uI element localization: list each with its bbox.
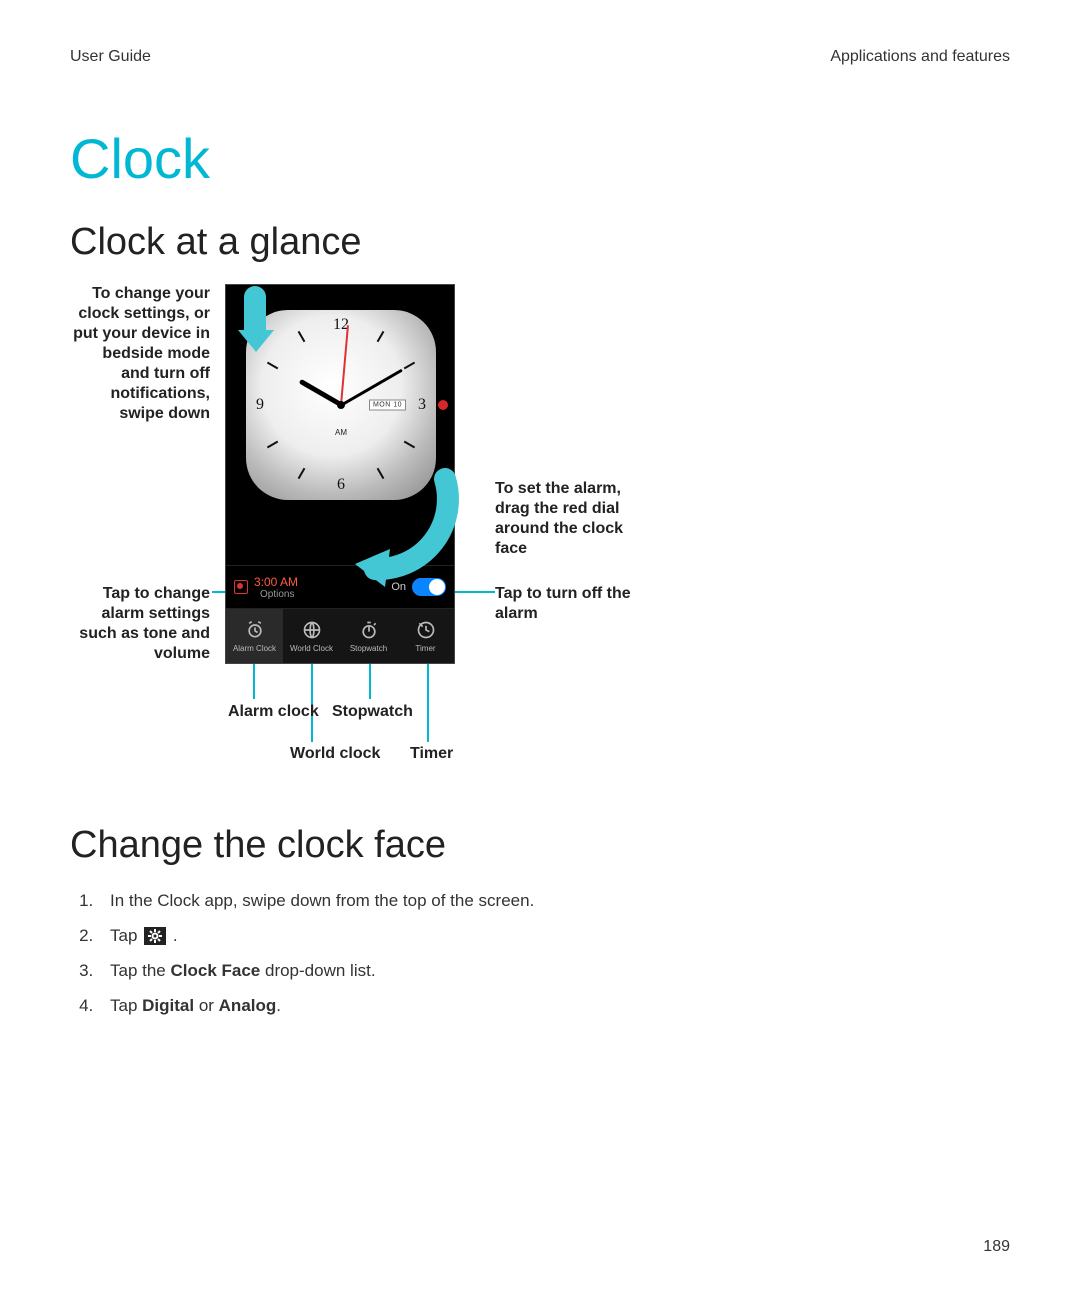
second-hand (340, 325, 348, 405)
clock-numeral-3: 3 (418, 396, 426, 414)
analog-clock-face: 12 3 6 9 MON 10 AM (246, 310, 436, 500)
clock-numeral-9: 9 (256, 396, 264, 414)
gear-icon (144, 927, 166, 945)
tab-label: Alarm Clock (233, 644, 276, 653)
connector-line (253, 664, 255, 699)
clock-diagram: To change your clock settings, or put yo… (70, 284, 1010, 794)
alarm-options-label: Options (260, 589, 298, 600)
hour-hand (298, 379, 342, 407)
connector-line (212, 591, 225, 593)
alarm-time: 3:00 AM (254, 575, 298, 589)
clock-ampm: AM (335, 428, 347, 437)
timer-icon (415, 619, 437, 641)
tab-label: Timer (415, 644, 435, 653)
step-2: Tap . (98, 922, 1010, 951)
alarm-icon (234, 580, 248, 594)
tab-label: World Clock (290, 644, 333, 653)
step-1: In the Clock app, swipe down from the to… (98, 887, 1010, 916)
callout-tab-stopwatch: Stopwatch (332, 702, 413, 721)
swipe-down-arrow-icon (238, 286, 272, 356)
globe-icon (301, 619, 323, 641)
clock-center (337, 401, 345, 409)
tab-world-clock[interactable]: World Clock (283, 609, 340, 663)
clock-numeral-6: 6 (337, 476, 345, 494)
step-3: Tap the Clock Face drop-down list. (98, 957, 1010, 986)
clock-date: MON 10 (369, 400, 406, 411)
callout-alarm-settings: Tap to change alarm settings such as ton… (70, 584, 210, 664)
alarm-clock-icon (244, 619, 266, 641)
callout-tab-world: World clock (290, 744, 380, 763)
callout-swipe-down: To change your clock settings, or put yo… (70, 284, 210, 424)
header-right: Applications and features (830, 48, 1010, 66)
alarm-row[interactable]: 3:00 AM Options On (226, 565, 454, 609)
alarm-toggle[interactable] (412, 578, 446, 596)
tab-label: Stopwatch (350, 644, 387, 653)
page-number: 189 (983, 1238, 1010, 1256)
page-title: Clock (70, 126, 1010, 191)
section-clock-at-a-glance: Clock at a glance (70, 221, 1010, 264)
steps-list: In the Clock app, swipe down from the to… (70, 887, 1010, 1021)
callout-set-alarm: To set the alarm, drag the red dial arou… (495, 479, 625, 559)
header-left: User Guide (70, 48, 151, 66)
tab-stopwatch[interactable]: Stopwatch (340, 609, 397, 663)
tab-row: Alarm Clock World Clock Stopwatch (226, 609, 454, 663)
connector-line (427, 664, 429, 742)
step-4: Tap Digital or Analog. (98, 992, 1010, 1021)
callout-turn-off: Tap to turn off the alarm (495, 584, 645, 624)
tab-alarm-clock[interactable]: Alarm Clock (226, 609, 283, 663)
alarm-dial-dot[interactable] (438, 400, 448, 410)
stopwatch-icon (358, 619, 380, 641)
tab-timer[interactable]: Timer (397, 609, 454, 663)
section-change-clock-face: Change the clock face (70, 824, 1010, 867)
alarm-on-label: On (391, 581, 406, 593)
callout-tab-timer: Timer (410, 744, 453, 763)
connector-line (369, 664, 371, 699)
connector-line (455, 591, 495, 593)
callout-tab-alarm: Alarm clock (228, 702, 319, 721)
